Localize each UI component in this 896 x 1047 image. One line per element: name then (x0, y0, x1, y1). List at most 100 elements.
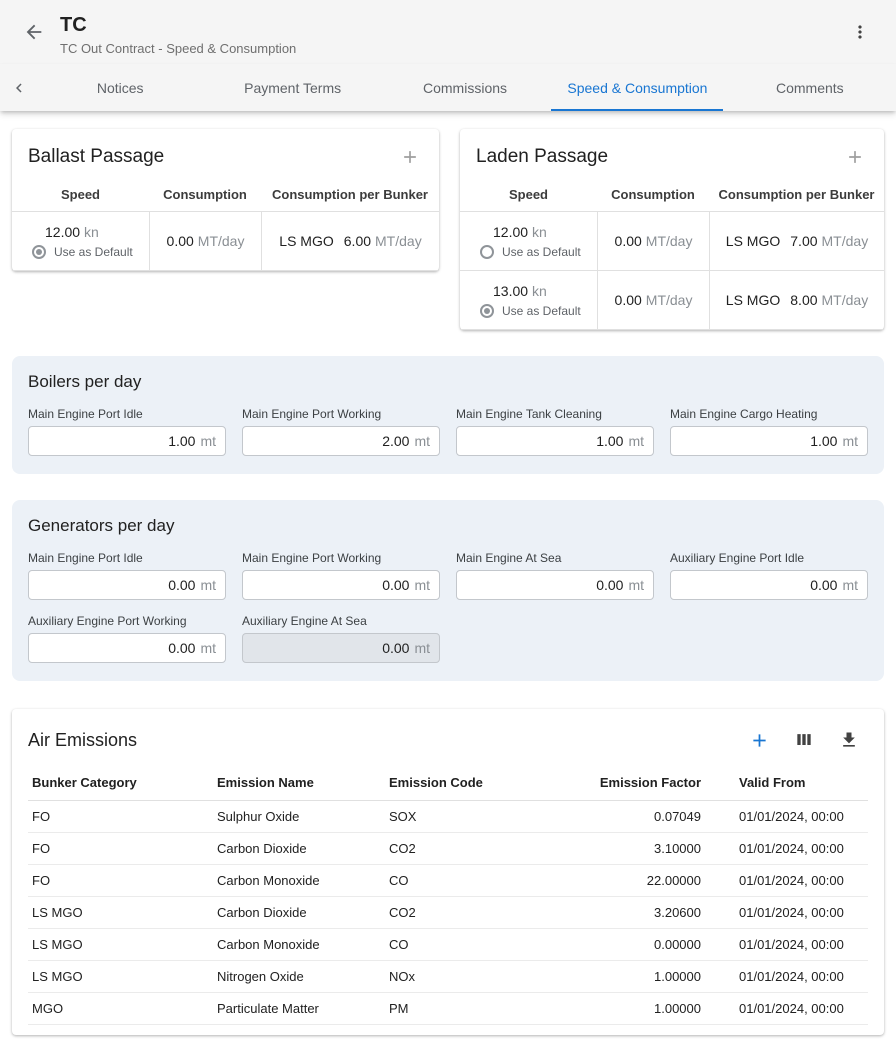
field-value: 0.00 (596, 577, 623, 593)
emission-code-cell: SOX (385, 801, 557, 832)
bunker-consumption-cell[interactable]: LS MGO6.00MT/day (261, 212, 439, 270)
tab-notices[interactable]: Notices (34, 64, 206, 111)
add-laden-speed-icon[interactable] (842, 144, 868, 170)
consumption-value: 0.00 (167, 233, 194, 249)
speed-cell[interactable]: 13.00 kn Use as Default (460, 271, 597, 329)
bunker-category-cell: MGO (28, 993, 213, 1024)
bunker-unit: MT/day (375, 233, 422, 249)
gen-me-port-working-input[interactable]: 0.00mt (242, 570, 440, 600)
speed-value: 12.00 (45, 224, 80, 240)
main-content: Ballast Passage Speed Consumption Consum… (0, 111, 896, 1047)
boiler-me-tank-cleaning-input[interactable]: 1.00mt (456, 426, 654, 456)
tab-comments[interactable]: Comments (724, 64, 896, 111)
download-icon[interactable] (836, 727, 862, 753)
field-value: 0.00 (168, 577, 195, 593)
use-as-default-label: Use as Default (502, 245, 581, 259)
use-as-default-radio[interactable]: Use as Default (480, 245, 581, 259)
field-unit: mt (414, 577, 430, 593)
emission-code-cell: PM (385, 993, 557, 1024)
tab-label: Commissions (423, 80, 507, 96)
tab-label: Comments (776, 80, 844, 96)
emission-row[interactable]: LS MGO Carbon Monoxide CO 0.00000 01/01/… (28, 929, 868, 961)
consumption-cell[interactable]: 0.00MT/day (149, 212, 261, 270)
field-unit: mt (414, 433, 430, 449)
column-header-consumption: Consumption (597, 181, 709, 211)
speed-value: 13.00 (493, 283, 528, 299)
consumption-cell[interactable]: 0.00MT/day (597, 212, 709, 270)
emission-row[interactable]: FO Sulphur Oxide SOX 0.07049 01/01/2024,… (28, 801, 868, 833)
page-title: TC (60, 12, 844, 38)
bunker-consumption-cell[interactable]: LS MGO8.00MT/day (709, 271, 884, 329)
speed-unit: kn (532, 283, 547, 299)
emission-factor-cell: 22.00000 (557, 865, 705, 896)
emission-factor-cell: 0.07049 (557, 801, 705, 832)
field-value: 0.00 (168, 640, 195, 656)
field-unit: mt (200, 433, 216, 449)
gen-aux-port-working-input[interactable]: 0.00mt (28, 633, 226, 663)
bunker-unit: MT/day (822, 233, 869, 249)
field-boiler-me-tank-cleaning: Main Engine Tank Cleaning 1.00mt (456, 407, 654, 456)
emission-row[interactable]: LS MGO Nitrogen Oxide NOx 1.00000 01/01/… (28, 961, 868, 993)
kebab-menu-icon[interactable] (844, 16, 876, 48)
gen-me-at-sea-input[interactable]: 0.00mt (456, 570, 654, 600)
emission-row[interactable]: MGO Particulate Matter PM 1.00000 01/01/… (28, 993, 868, 1025)
valid-from-cell: 01/01/2024, 00:00 (705, 929, 868, 960)
valid-from-cell: 01/01/2024, 00:00 (705, 865, 868, 896)
boiler-me-port-working-input[interactable]: 2.00mt (242, 426, 440, 456)
gen-aux-at-sea-input: 0.00mt (242, 633, 440, 663)
bunker-consumption-cell[interactable]: LS MGO7.00MT/day (709, 212, 884, 270)
boiler-me-cargo-heating-input[interactable]: 1.00mt (670, 426, 868, 456)
tab-label: Payment Terms (244, 80, 341, 96)
use-as-default-label: Use as Default (502, 304, 581, 318)
emission-row[interactable]: FO Carbon Monoxide CO 22.00000 01/01/202… (28, 865, 868, 897)
ballast-speed-row: 12.00 kn Use as Default 0.00MT/day LS MG… (12, 212, 439, 271)
chevron-left-icon[interactable] (0, 64, 34, 111)
ballast-table-header: Speed Consumption Consumption per Bunker (12, 181, 439, 212)
use-as-default-label: Use as Default (54, 245, 133, 259)
field-unit: mt (842, 577, 858, 593)
emission-name-cell: Carbon Monoxide (213, 929, 385, 960)
tab-speed-consumption[interactable]: Speed & Consumption (551, 64, 723, 111)
field-gen-me-port-working: Main Engine Port Working 0.00mt (242, 551, 440, 600)
emission-name-cell: Carbon Dioxide (213, 897, 385, 928)
use-as-default-radio[interactable]: Use as Default (480, 304, 581, 318)
add-ballast-speed-icon[interactable] (397, 144, 423, 170)
column-header-bunker-category: Bunker Category (28, 767, 213, 800)
column-header-emission-code: Emission Code (385, 767, 557, 800)
air-emissions-card: Air Emissions Bunker Category Emission N… (12, 709, 884, 1035)
emission-factor-cell: 3.20600 (557, 897, 705, 928)
ballast-passage-card: Ballast Passage Speed Consumption Consum… (12, 129, 439, 271)
gen-aux-port-idle-input[interactable]: 0.00mt (670, 570, 868, 600)
tab-label: Speed & Consumption (567, 80, 707, 96)
tab-commissions[interactable]: Commissions (379, 64, 551, 111)
emission-row[interactable]: FO Carbon Dioxide CO2 3.10000 01/01/2024… (28, 833, 868, 865)
emissions-table-header: Bunker Category Emission Name Emission C… (28, 767, 868, 801)
speed-cell[interactable]: 12.00 kn Use as Default (460, 212, 597, 270)
emission-name-cell: Sulphur Oxide (213, 801, 385, 832)
valid-from-cell: 01/01/2024, 00:00 (705, 993, 868, 1024)
column-header-valid-from: Valid From (705, 767, 868, 800)
columns-icon[interactable] (791, 727, 817, 753)
field-unit: mt (628, 433, 644, 449)
tab-payment-terms[interactable]: Payment Terms (206, 64, 378, 111)
use-as-default-radio[interactable]: Use as Default (32, 245, 133, 259)
laden-passage-card: Laden Passage Speed Consumption Consumpt… (460, 129, 884, 330)
emission-code-cell: CO2 (385, 897, 557, 928)
emission-row[interactable]: LS MGO Carbon Dioxide CO2 3.20600 01/01/… (28, 897, 868, 929)
field-gen-aux-port-working: Auxiliary Engine Port Working 0.00mt (28, 614, 226, 663)
bunker-category-cell: LS MGO (28, 929, 213, 960)
field-label: Main Engine Port Working (242, 551, 440, 565)
back-arrow-icon[interactable] (18, 16, 50, 48)
consumption-cell[interactable]: 0.00MT/day (597, 271, 709, 329)
gen-me-port-idle-input[interactable]: 0.00 mt (28, 570, 226, 600)
field-label: Main Engine Port Working (242, 407, 440, 421)
column-header-speed: Speed (12, 181, 149, 211)
field-unit: mt (200, 577, 216, 593)
add-emission-icon[interactable] (746, 727, 772, 753)
bunker-category-cell: FO (28, 833, 213, 864)
bunker-unit: MT/day (822, 292, 869, 308)
boiler-me-port-idle-input[interactable]: 1.00mt (28, 426, 226, 456)
radio-selected-icon (32, 245, 46, 259)
emission-code-cell: NOx (385, 961, 557, 992)
speed-cell[interactable]: 12.00 kn Use as Default (12, 212, 149, 270)
